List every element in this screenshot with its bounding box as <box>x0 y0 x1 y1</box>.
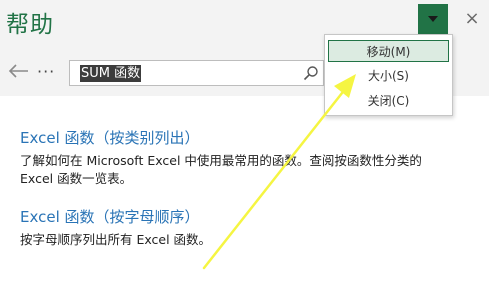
menu-item-size[interactable]: 大小(S) <box>328 65 449 87</box>
close-pane-button[interactable]: × <box>462 7 482 31</box>
task-pane-options-menu: 移动(M) 大小(S) 关闭(C) <box>324 34 453 116</box>
menu-item-close[interactable]: 关闭(C) <box>328 90 449 112</box>
search-query-text[interactable]: SUM 函数 <box>80 65 142 82</box>
result-description-line: 了解如何在 Microsoft Excel 中使用最常用的函数。查阅按函数性分类… <box>20 153 422 168</box>
menu-item-move[interactable]: 移动(M) <box>328 40 449 62</box>
result-link-alphabetical[interactable]: Excel 函数（按字母顺序） <box>20 206 200 227</box>
more-options-button[interactable]: ··· <box>37 62 55 81</box>
result-description-line: 按字母顺序列出所有 Excel 函数。 <box>20 232 212 247</box>
result-description-line: Excel 函数一览表。 <box>20 171 133 186</box>
search-icon[interactable] <box>303 65 319 81</box>
help-task-pane: 帮助 × ··· SUM 函数 Excel 函数（按类别列出） 了解如何在 Mi… <box>0 0 489 302</box>
task-pane-options-button[interactable] <box>418 4 448 34</box>
pane-title: 帮助 <box>6 12 54 38</box>
back-arrow-icon[interactable] <box>8 63 30 79</box>
result-link-by-category[interactable]: Excel 函数（按类别列出） <box>20 127 200 148</box>
search-input[interactable]: SUM 函数 <box>69 60 324 86</box>
dropdown-triangle-icon <box>428 16 438 22</box>
